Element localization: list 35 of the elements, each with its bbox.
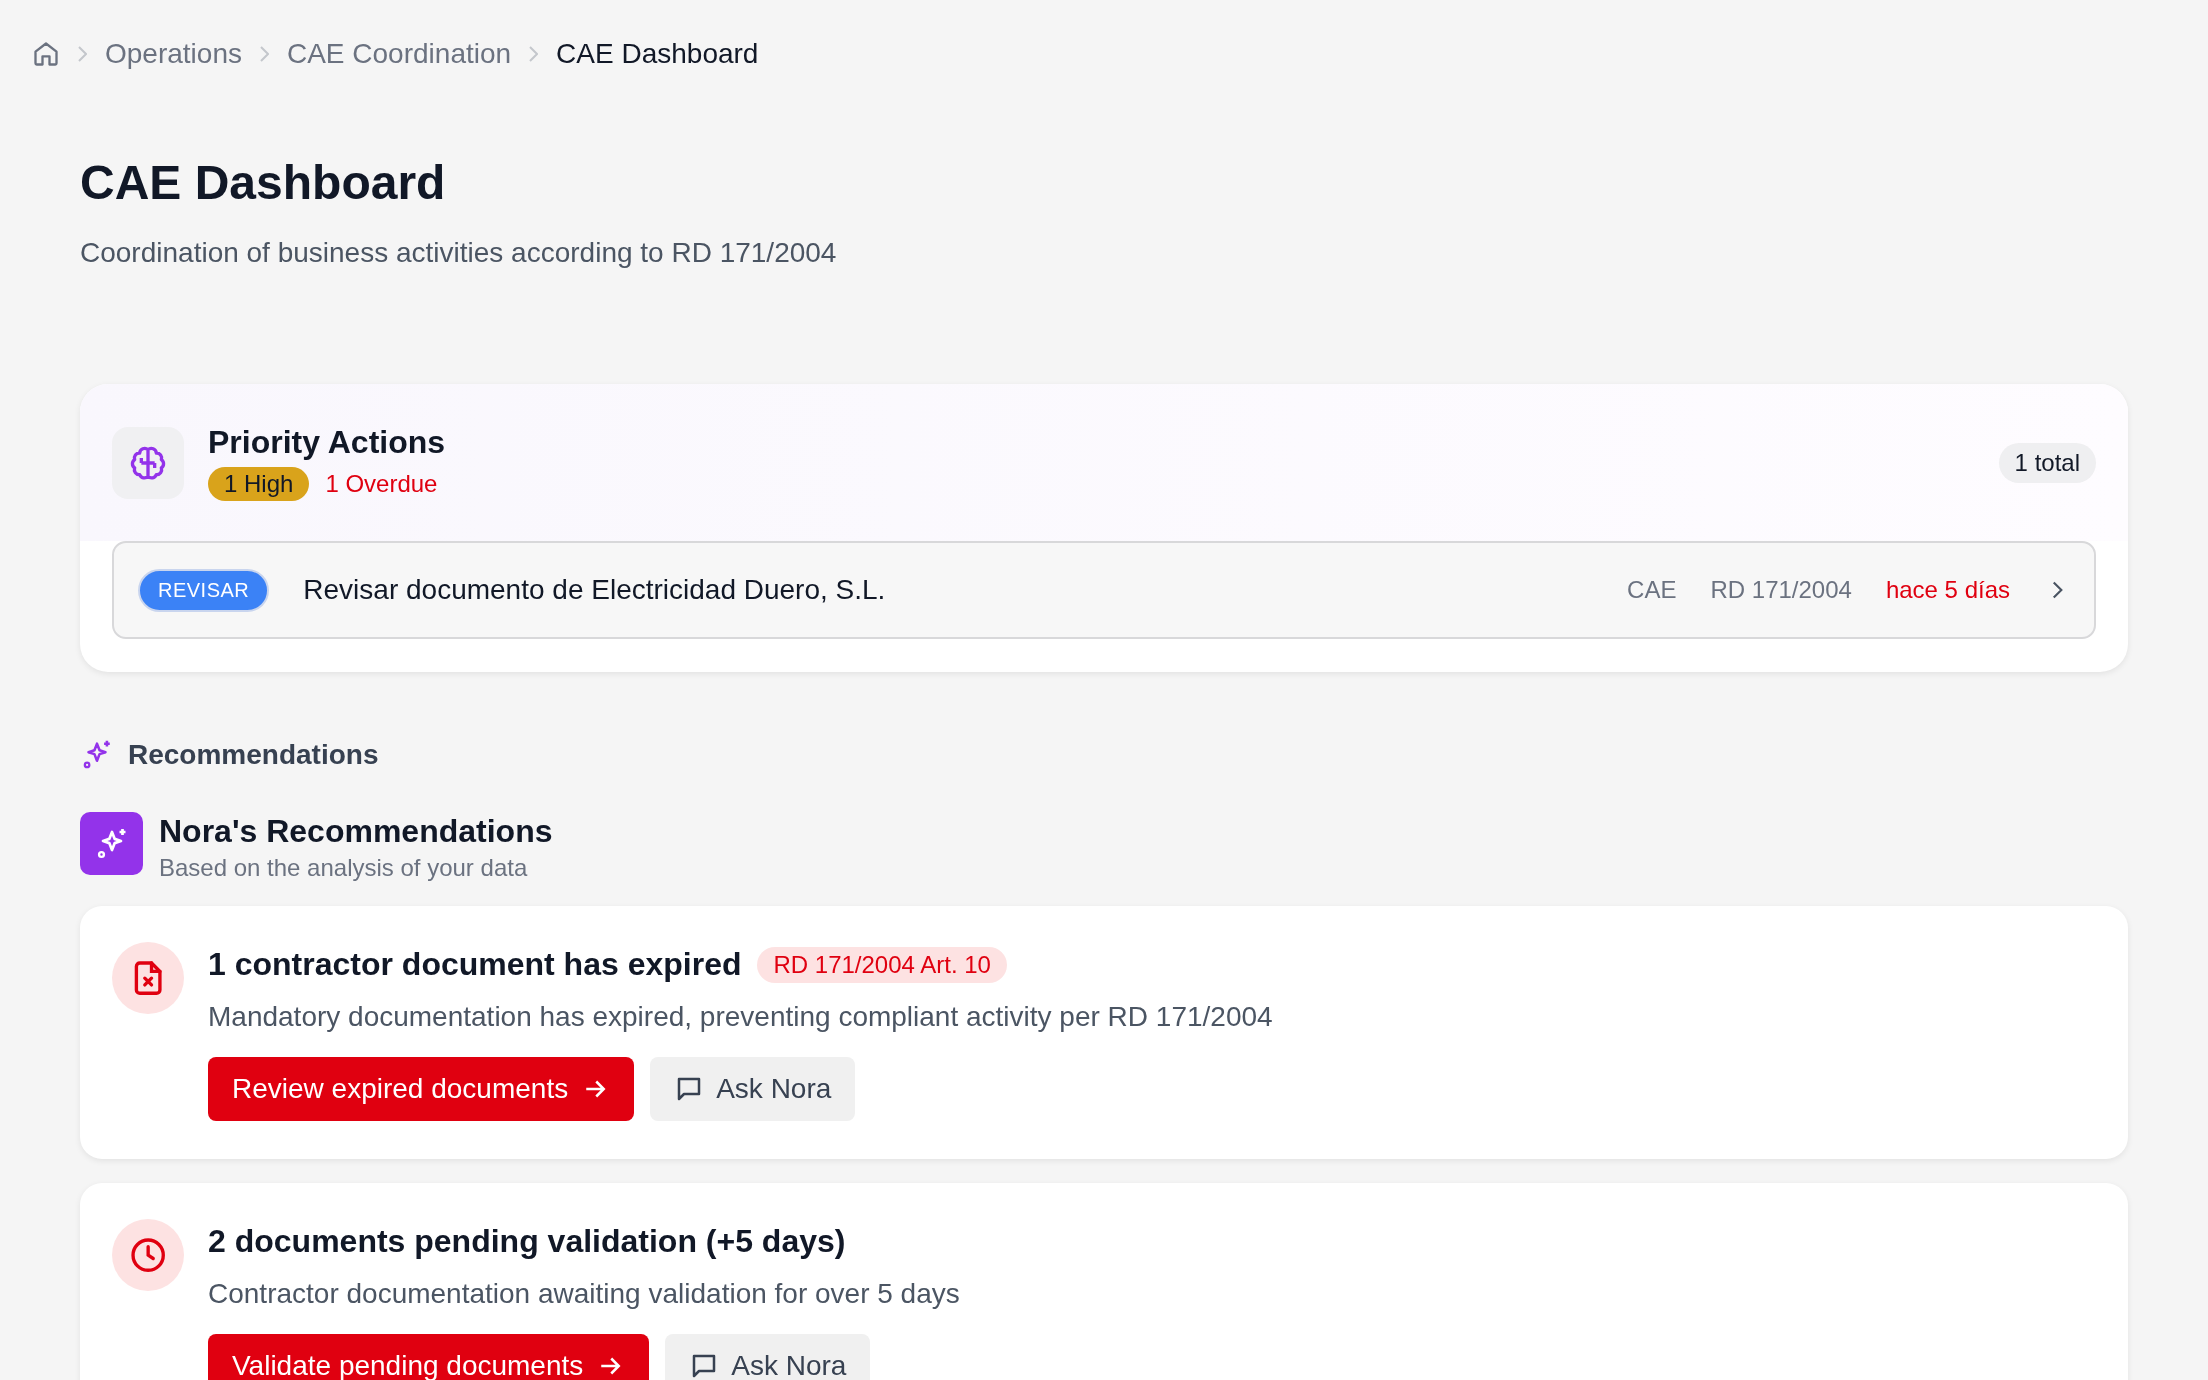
sparkle-icon xyxy=(80,812,143,875)
recommendation-title: 2 documents pending validation (+5 days) xyxy=(208,1223,846,1260)
chevron-icon xyxy=(529,46,539,62)
section-heading: Recommendations xyxy=(128,739,379,771)
section-title: Nora's Recommendations xyxy=(159,812,553,850)
page-subtitle: Coordination of business activities according to RD 171/2004 xyxy=(80,237,838,269)
home-icon[interactable] xyxy=(32,40,60,68)
regulation-label: RD 171/2004 xyxy=(1710,576,1852,604)
recommendation-title: 1 contractor document has expired xyxy=(208,946,742,983)
action-row[interactable]: REVISAR Revisar documento de Electricidad Duero, S.L. CAE RD 171/2004 hace 5 días xyxy=(112,541,2096,639)
action-tag: REVISAR xyxy=(138,568,270,612)
module-label: CAE xyxy=(1627,576,1677,604)
card-title: Priority Actions xyxy=(208,424,446,461)
breadcrumb-link[interactable]: CAE Dashboard xyxy=(556,38,759,70)
breadcrumb-link[interactable]: Operations xyxy=(105,38,242,70)
ask-nora-button[interactable]: Ask Nora xyxy=(665,1334,871,1380)
clock-icon xyxy=(112,1219,184,1291)
action-title: Revisar documento de Electricidad Duero, S.L. xyxy=(303,574,887,606)
document-x-icon xyxy=(112,942,184,1014)
recommendation-description: Contractor documentation awaiting validation for over 5 days xyxy=(208,1278,960,1310)
overdue-count: 1 Overdue xyxy=(325,469,438,499)
regulation-tag: RD 171/2004 Art. 10 xyxy=(757,946,1007,983)
priority-badge: 1 High xyxy=(208,467,310,501)
chevron-icon xyxy=(78,46,87,62)
chevron-icon xyxy=(259,46,269,62)
ask-nora-button[interactable]: Ask Nora xyxy=(650,1057,856,1121)
action-button[interactable]: Review expired documents xyxy=(208,1057,635,1121)
brain-icon xyxy=(112,426,184,499)
total-badge: 1 total xyxy=(1998,442,2096,483)
action-button[interactable]: Validate pending documents xyxy=(208,1334,650,1380)
breadcrumb-link[interactable]: CAE Coordination xyxy=(286,38,512,70)
page-title: CAE Dashboard xyxy=(80,155,447,211)
age-label: hace 5 días xyxy=(1885,576,2010,604)
section-subtitle: Based on the analysis of your data xyxy=(159,854,529,882)
recommendation-description: Mandatory documentation has expired, preventing compliant activity per RD 171/2004 xyxy=(208,1001,1273,1033)
